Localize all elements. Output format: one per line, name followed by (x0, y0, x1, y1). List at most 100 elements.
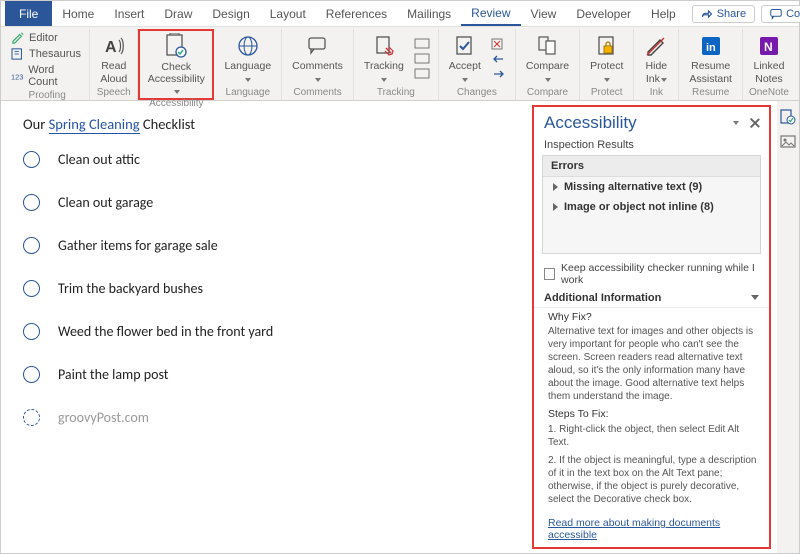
chevron-down-icon (462, 78, 468, 82)
thesaurus-button[interactable]: Thesaurus (11, 47, 81, 61)
reject-icon[interactable] (491, 38, 509, 50)
file-tab[interactable]: File (5, 1, 52, 26)
chevron-down-icon (604, 78, 610, 82)
tab-draw[interactable]: Draw (154, 3, 202, 25)
additional-info-body: Why Fix? Alternative text for images and… (534, 308, 769, 515)
check-accessibility-button[interactable]: Check Accessibility (142, 31, 210, 97)
group-language: Language Language (214, 29, 282, 100)
right-edge-bar (777, 101, 799, 553)
ink-icon (644, 34, 668, 58)
tab-home[interactable]: Home (52, 3, 104, 25)
error-item[interactable]: Image or object not inline (8) (543, 197, 760, 217)
editor-button[interactable]: Editor (11, 31, 58, 45)
comments-button[interactable]: Comments (761, 5, 800, 23)
show-markup-icon[interactable] (414, 53, 432, 65)
tab-mailings[interactable]: Mailings (397, 3, 461, 25)
tab-references[interactable]: References (316, 3, 397, 25)
document-area[interactable]: Our Spring Cleaning Checklist Clean out … (1, 101, 530, 553)
chevron-right-icon (553, 203, 558, 211)
tab-view[interactable]: View (521, 3, 567, 25)
checkbox-circle-icon[interactable] (23, 323, 40, 340)
chevron-right-icon (553, 183, 558, 191)
resume-assistant-button[interactable]: in Resume Assistant (685, 32, 736, 84)
accept-icon (453, 34, 477, 58)
tab-developer[interactable]: Developer (566, 3, 641, 25)
close-icon[interactable] (749, 117, 761, 129)
wordcount-button[interactable]: 123Word Count (11, 63, 83, 89)
checkbox-circle-icon[interactable] (23, 409, 40, 426)
doc-title: Our Spring Cleaning Checklist (23, 115, 520, 133)
language-button[interactable]: Language (220, 32, 275, 84)
svg-text:N: N (764, 40, 773, 54)
svg-text:A: A (105, 39, 117, 56)
checkbox-circle-icon[interactable] (23, 194, 40, 211)
errors-header: Errors (543, 156, 760, 177)
read-aloud-icon: A (102, 34, 126, 58)
read-more-link[interactable]: Read more about making documents accessi… (534, 515, 769, 547)
pane-menu-icon[interactable] (733, 121, 739, 125)
menu-bar: File Home Insert Draw Design Layout Refe… (1, 1, 799, 27)
tab-insert[interactable]: Insert (104, 3, 154, 25)
previous-change-icon[interactable] (491, 53, 509, 65)
chevron-down-icon (315, 78, 321, 82)
tracking-icon (372, 34, 396, 58)
display-review-icon[interactable] (414, 38, 432, 50)
alt-text-pane-icon[interactable] (780, 135, 796, 151)
group-onenote: N Linked Notes OneNote (743, 29, 795, 100)
tab-design[interactable]: Design (202, 3, 259, 25)
editor-icon (11, 32, 25, 44)
ribbon: Editor Thesaurus 123Word Count Proofing … (1, 27, 799, 101)
svg-text:123: 123 (11, 72, 23, 81)
protect-button[interactable]: Protect (586, 32, 627, 84)
tab-review[interactable]: Review (461, 2, 520, 26)
chevron-down-icon (661, 78, 667, 82)
chevron-down-icon (751, 295, 759, 300)
list-item: Trim the backyard bushes (23, 280, 520, 297)
comment-icon (770, 8, 782, 20)
group-accessibility: Check Accessibility Accessibility (138, 29, 214, 100)
group-ink: Hide Ink Ink (634, 29, 679, 100)
list-item: groovyPost.com (23, 409, 520, 426)
errors-list: Errors Missing alternative text (9) Imag… (542, 155, 761, 254)
compare-icon (536, 34, 560, 58)
tracking-button[interactable]: Tracking (360, 32, 408, 84)
checkbox-circle-icon[interactable] (23, 280, 40, 297)
tab-help[interactable]: Help (641, 3, 686, 25)
accessibility-icon (163, 33, 189, 59)
tab-layout[interactable]: Layout (260, 3, 316, 25)
checkbox-circle-icon[interactable] (23, 151, 40, 168)
read-aloud-button[interactable]: A Read Aloud (96, 32, 131, 84)
group-protect: Protect Protect (580, 29, 634, 100)
compare-button[interactable]: Compare (522, 32, 573, 84)
pane-subtitle: Inspection Results (534, 137, 769, 155)
keep-running-checkbox[interactable] (544, 268, 555, 280)
thesaurus-icon (11, 48, 25, 60)
error-item[interactable]: Missing alternative text (9) (543, 177, 760, 197)
linkedin-icon: in (699, 34, 723, 58)
chevron-down-icon (381, 78, 387, 82)
reviewing-pane-icon[interactable] (414, 68, 432, 80)
additional-info-header[interactable]: Additional Information (534, 290, 769, 308)
group-tracking: Tracking Tracking (354, 29, 439, 100)
share-icon (701, 8, 713, 20)
checkbox-circle-icon[interactable] (23, 237, 40, 254)
next-change-icon[interactable] (491, 68, 509, 80)
protect-icon (595, 34, 619, 58)
share-button[interactable]: Share (692, 5, 755, 23)
accessibility-pane: Accessibility Inspection Results Errors … (532, 105, 771, 549)
linked-notes-button[interactable]: N Linked Notes (750, 32, 789, 84)
hide-ink-button[interactable]: Hide Ink (640, 32, 672, 84)
accept-button[interactable]: Accept (445, 32, 485, 84)
comments-ribbon-button[interactable]: Comments (288, 32, 347, 84)
group-resume: in Resume Assistant Resume (679, 29, 743, 100)
doc-title-link[interactable]: Spring Cleaning (49, 115, 140, 134)
svg-text:in: in (706, 42, 716, 54)
language-icon (236, 34, 260, 58)
accessibility-pane-icon[interactable] (780, 109, 796, 125)
comments-icon (306, 34, 330, 58)
chevron-down-icon (174, 90, 180, 94)
list-item: Clean out garage (23, 194, 520, 211)
list-item: Weed the flower bed in the front yard (23, 323, 520, 340)
group-changes: Accept Changes (439, 29, 516, 100)
checkbox-circle-icon[interactable] (23, 366, 40, 383)
